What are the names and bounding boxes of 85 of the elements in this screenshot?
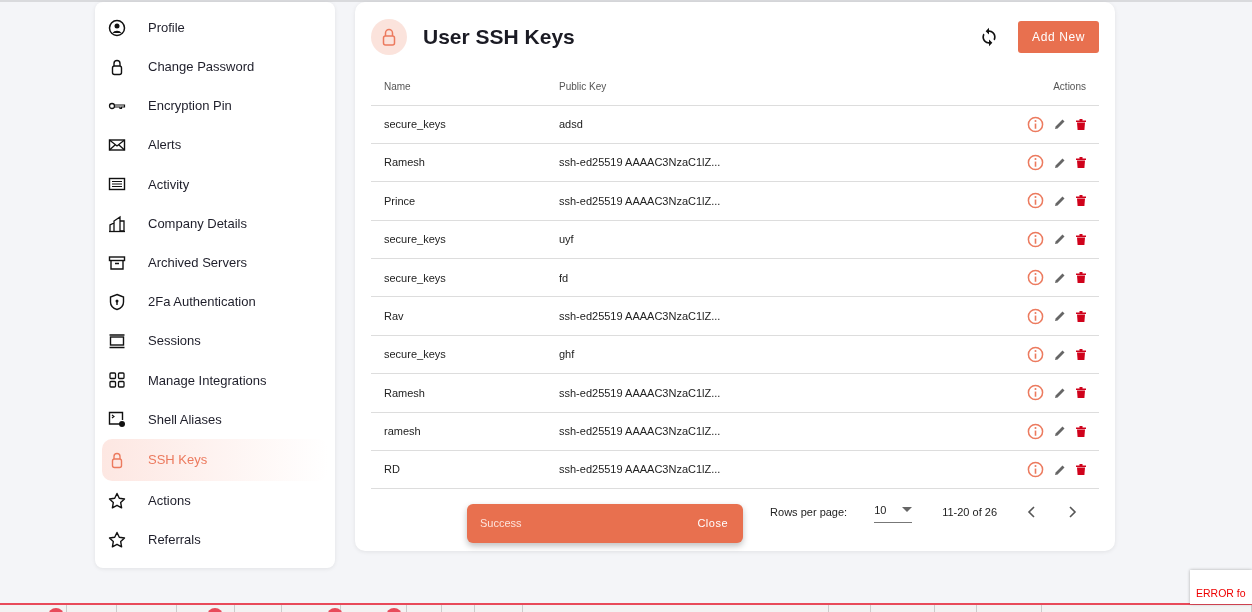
table-cell: uyf (559, 233, 574, 246)
sidebar-item[interactable]: Activity (102, 164, 328, 204)
column-header: Public Key (546, 69, 927, 105)
lock-icon (371, 18, 407, 55)
sidebar-item[interactable]: Encryption Pin (102, 86, 328, 126)
table-cell: secure_keys (384, 117, 446, 130)
edit-icon[interactable] (1054, 118, 1066, 131)
grid-icon (108, 371, 126, 390)
table-cell: fd (559, 271, 569, 284)
table-cell: Ramesh (384, 156, 425, 169)
building-icon (108, 214, 126, 233)
table-cell: ghf (559, 348, 575, 361)
table-cell: RD (384, 463, 400, 476)
edit-icon[interactable] (1054, 310, 1066, 323)
page-range: 11-20 of 26 (942, 505, 997, 521)
sidebar-item[interactable]: Actions (102, 481, 328, 521)
archive-box-icon (108, 253, 126, 272)
table-cell: Prince (384, 194, 416, 207)
info-icon[interactable] (1027, 154, 1044, 172)
table-cell: adsd (559, 117, 583, 130)
toast-message: Success (480, 516, 522, 532)
edit-icon[interactable] (1054, 194, 1066, 207)
table-cell: ssh-ed25519 AAAAC3NzaC1lZ... (559, 425, 721, 438)
edit-icon[interactable] (1054, 425, 1066, 438)
rows-per-page-select[interactable]: 10 (874, 501, 913, 524)
table-cell: ssh-ed25519 AAAAC3NzaC1lZ... (559, 463, 721, 476)
info-icon[interactable] (1027, 346, 1044, 364)
profile-icon (108, 18, 126, 37)
delete-icon[interactable] (1076, 233, 1086, 245)
star-icon (108, 491, 126, 510)
info-icon[interactable] (1027, 115, 1044, 133)
table-cell: secure_keys (384, 348, 446, 361)
column-header: Name (371, 69, 546, 105)
delete-icon[interactable] (1076, 272, 1086, 284)
error-message: ERROR fo (1190, 570, 1252, 604)
delete-icon[interactable] (1076, 157, 1086, 169)
sidebar-item[interactable]: 2Fa Authentication (102, 282, 328, 322)
info-icon[interactable] (1027, 384, 1044, 402)
screen-icon (108, 332, 126, 351)
edit-icon[interactable] (1054, 463, 1066, 476)
info-icon[interactable] (1027, 307, 1044, 325)
edit-icon[interactable] (1054, 156, 1066, 169)
delete-icon[interactable] (1076, 425, 1086, 437)
edit-icon[interactable] (1054, 271, 1066, 284)
previous-page-icon[interactable] (1027, 506, 1037, 519)
edit-icon[interactable] (1054, 233, 1066, 246)
sidebar-item[interactable]: Alerts (102, 125, 328, 165)
caret-icon (902, 507, 913, 513)
sidebar-item[interactable]: Shell Aliases (102, 399, 328, 440)
column-header: Actions (926, 69, 1099, 105)
star-icon (108, 530, 126, 549)
delete-icon[interactable] (1076, 118, 1086, 130)
info-icon[interactable] (1027, 422, 1044, 440)
delete-icon[interactable] (1076, 310, 1086, 322)
info-icon[interactable] (1027, 192, 1044, 210)
info-icon[interactable] (1027, 269, 1044, 287)
table-cell: Ramesh (384, 386, 425, 399)
table-cell: ramesh (384, 425, 421, 438)
table-cell: secure_keys (384, 233, 446, 246)
delete-icon[interactable] (1076, 387, 1086, 399)
delete-icon[interactable] (1076, 464, 1086, 476)
shield-icon (108, 292, 126, 311)
info-icon[interactable] (1027, 230, 1044, 248)
sidebar-item[interactable]: Archived Servers (102, 243, 328, 283)
sidebar-item[interactable]: Change Password (102, 47, 328, 87)
table-cell: ssh-ed25519 AAAAC3NzaC1lZ... (559, 309, 721, 322)
edit-icon[interactable] (1054, 348, 1066, 361)
table-cell: ssh-ed25519 AAAAC3NzaC1lZ... (559, 194, 721, 207)
table-cell: ssh-ed25519 AAAAC3NzaC1lZ... (559, 386, 721, 399)
sidebar-item[interactable]: Company Details (102, 203, 328, 244)
rows-per-page-label: Rows per page: (770, 505, 848, 521)
sidebar-item[interactable]: Manage Integrations (102, 360, 328, 400)
info-icon[interactable] (1027, 461, 1044, 479)
delete-icon[interactable] (1076, 349, 1086, 361)
table-cell: ssh-ed25519 AAAAC3NzaC1lZ... (559, 156, 721, 169)
sidebar-item[interactable]: Profile (102, 8, 328, 48)
table-cell: Rav (384, 309, 404, 322)
next-page-icon[interactable] (1067, 506, 1077, 519)
page-title: User SSH Keys (423, 23, 575, 50)
sidebar-item[interactable]: Sessions (102, 321, 328, 361)
sidebar-item[interactable]: Referrals (102, 520, 328, 560)
terminal-icon (108, 410, 126, 429)
edit-icon[interactable] (1054, 386, 1066, 399)
delete-icon[interactable] (1076, 195, 1086, 207)
table-cell: secure_keys (384, 271, 446, 284)
